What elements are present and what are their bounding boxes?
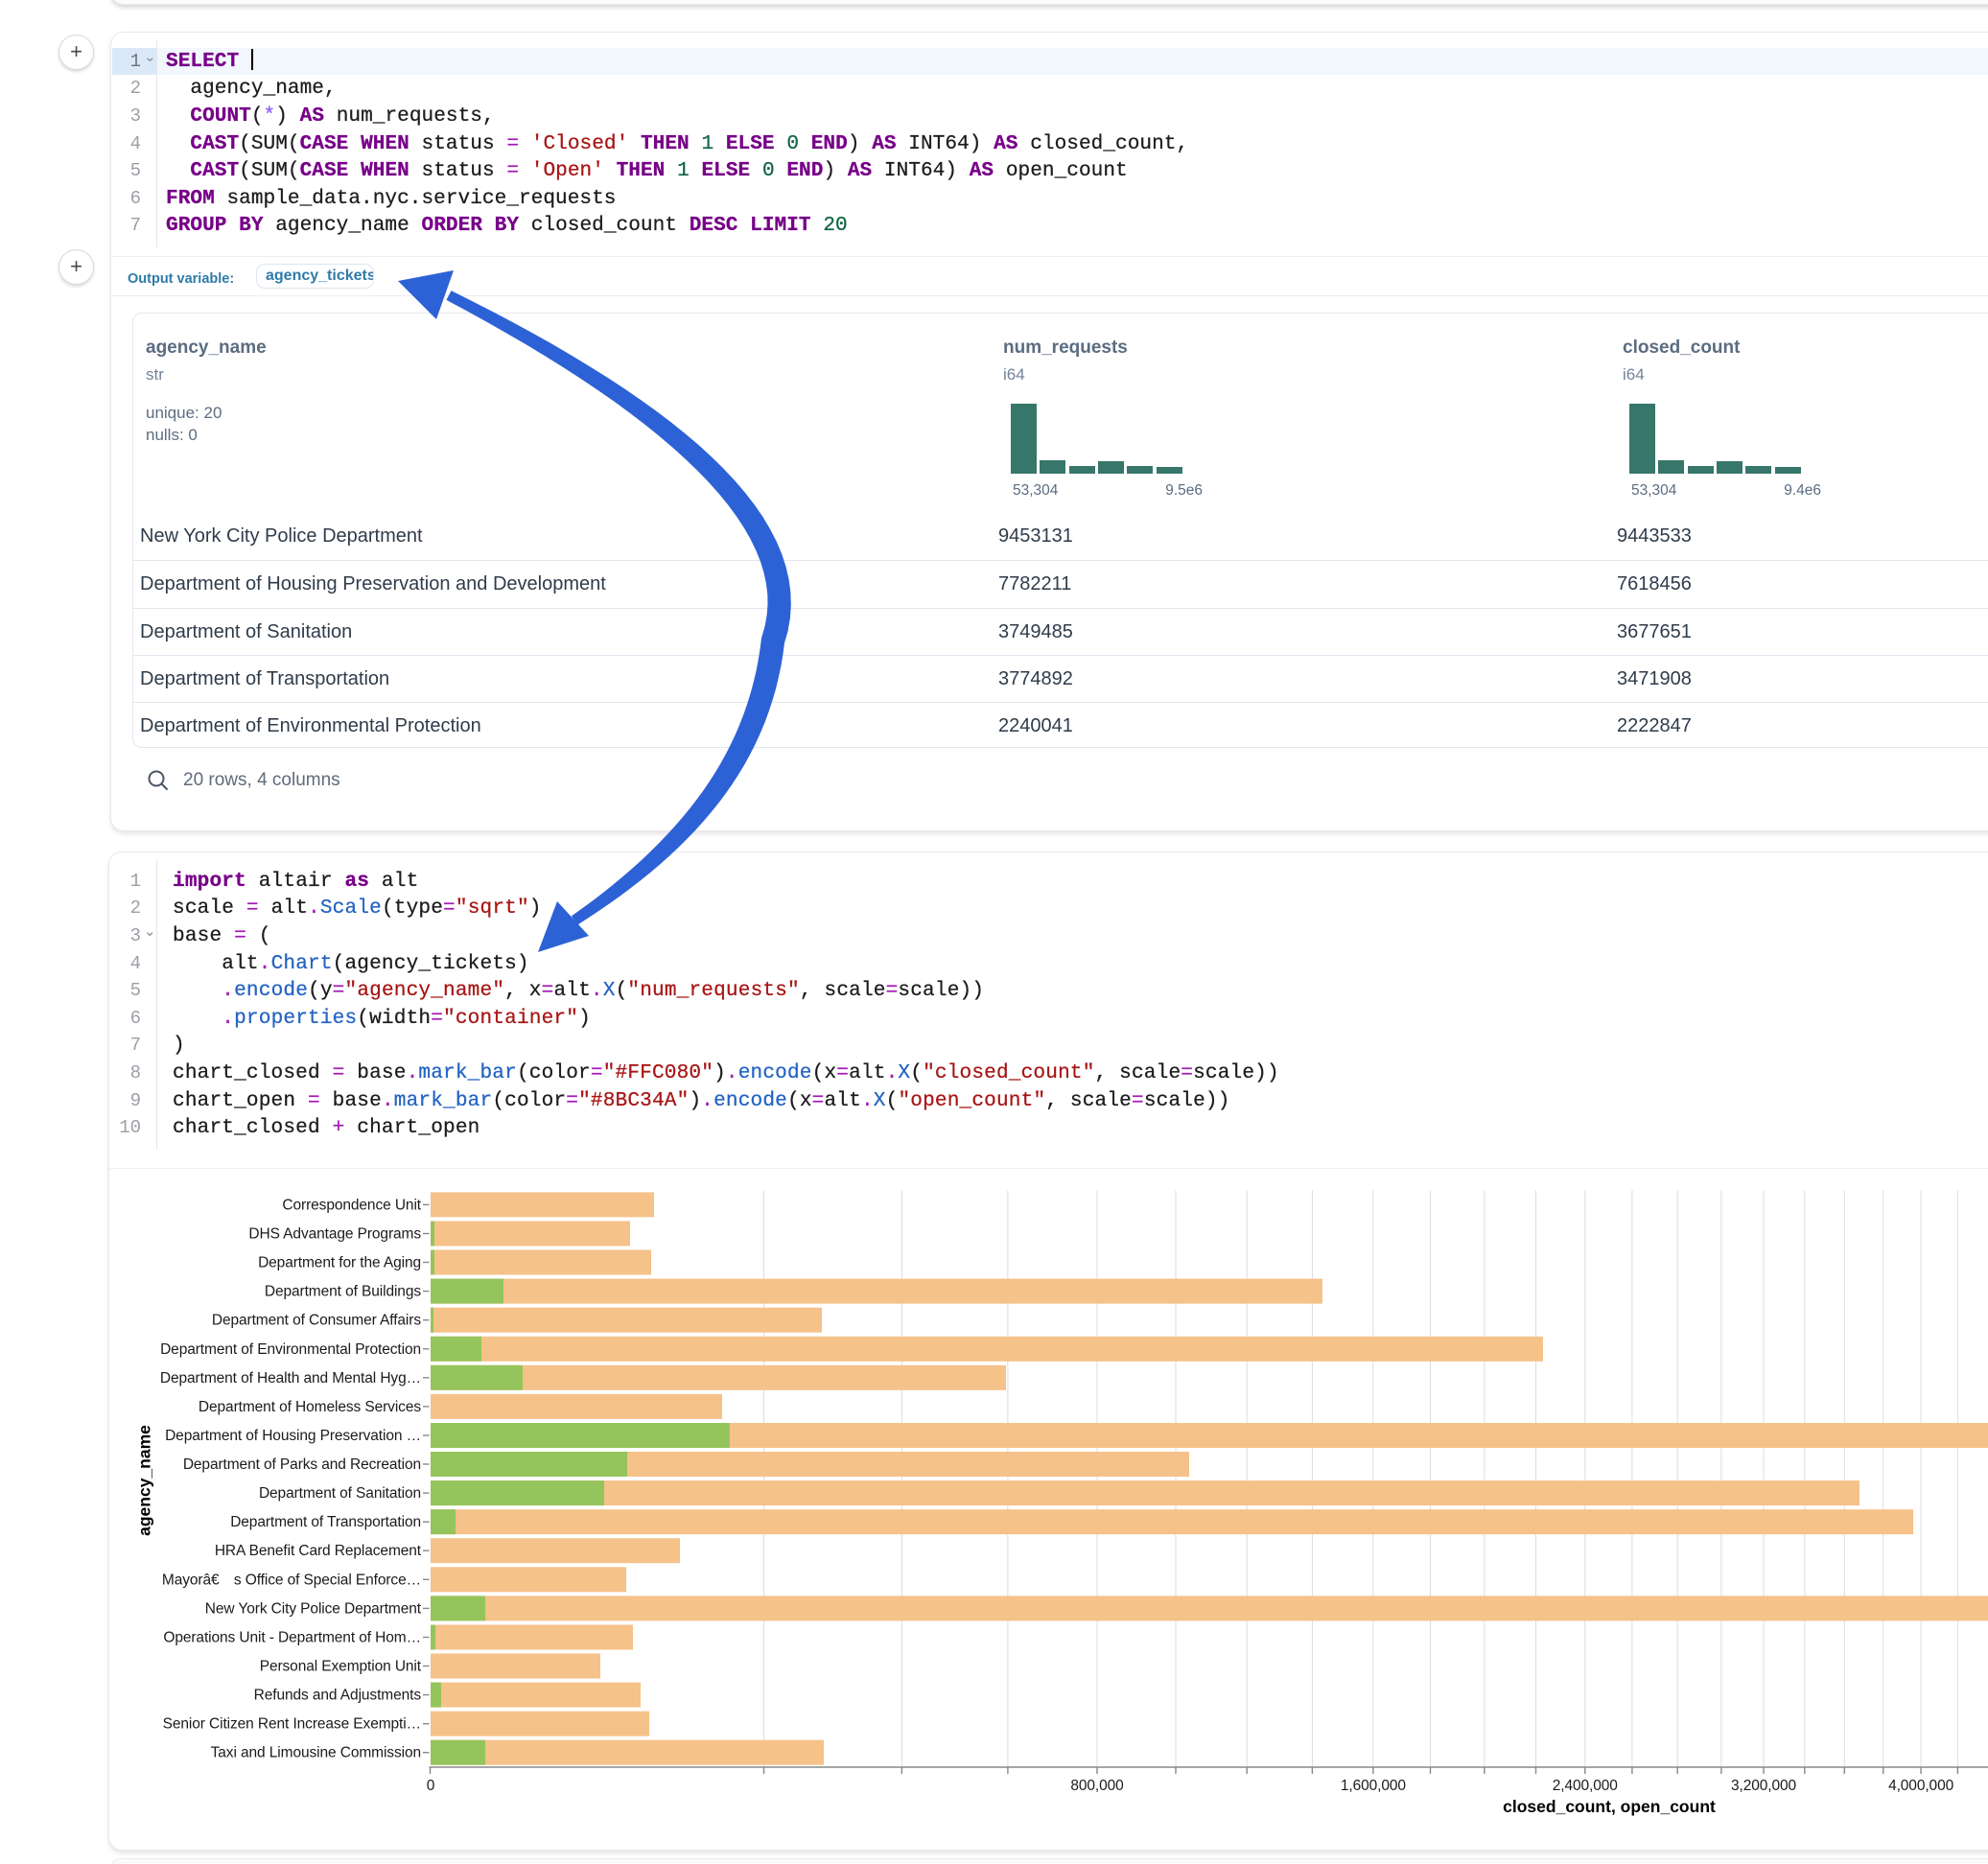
svg-text:Refunds and Adjustments: Refunds and Adjustments xyxy=(254,1688,422,1704)
svg-text:HRA Benefit Card Replacement: HRA Benefit Card Replacement xyxy=(215,1543,422,1559)
svg-text:closed_count, open_count: closed_count, open_count xyxy=(1503,1797,1716,1816)
svg-text:Department of Buildings: Department of Buildings xyxy=(265,1284,421,1300)
svg-text:Department of Housing Preserva: Department of Housing Preservation … xyxy=(165,1428,421,1444)
svg-text:Department of Environmental Pr: Department of Environmental Protection xyxy=(160,1341,421,1358)
svg-text:Department of Consumer Affairs: Department of Consumer Affairs xyxy=(212,1313,421,1329)
svg-text:4,000,000: 4,000,000 xyxy=(1888,1778,1954,1794)
svg-text:Senior Citizen Rent Increase E: Senior Citizen Rent Increase Exempti… xyxy=(163,1716,421,1733)
svg-text:2,400,000: 2,400,000 xyxy=(1553,1778,1619,1794)
svg-text:3,200,000: 3,200,000 xyxy=(1731,1778,1797,1794)
svg-text:Department of Sanitation: Department of Sanitation xyxy=(259,1485,421,1502)
svg-text:Department of Parks and Recrea: Department of Parks and Recreation xyxy=(183,1456,421,1473)
svg-text:0: 0 xyxy=(427,1778,435,1794)
svg-text:Department of Transportation: Department of Transportation xyxy=(230,1514,421,1530)
svg-text:Department of Health and Menta: Department of Health and Mental Hyg… xyxy=(160,1370,421,1386)
svg-text:Correspondence Unit: Correspondence Unit xyxy=(282,1197,421,1213)
svg-text:Department of Homeless Service: Department of Homeless Services xyxy=(199,1399,421,1415)
svg-text:DHS Advantage Programs: DHS Advantage Programs xyxy=(248,1226,421,1243)
svg-text:New York City Police Departmen: New York City Police Department xyxy=(205,1600,422,1617)
svg-text:1,600,000: 1,600,000 xyxy=(1341,1778,1407,1794)
svg-text:800,000: 800,000 xyxy=(1070,1778,1124,1794)
svg-text:Taxi and Limousine Commission: Taxi and Limousine Commission xyxy=(211,1745,421,1761)
svg-text:Mayorâ€ s Office of Special En: Mayorâ€ s Office of Special Enforce… xyxy=(162,1572,421,1588)
svg-text:Department for the Aging: Department for the Aging xyxy=(258,1255,421,1271)
svg-text:agency_name: agency_name xyxy=(135,1425,154,1536)
svg-text:Operations Unit - Department o: Operations Unit - Department of Hom… xyxy=(163,1630,421,1646)
svg-text:Personal Exemption Unit: Personal Exemption Unit xyxy=(260,1659,422,1675)
